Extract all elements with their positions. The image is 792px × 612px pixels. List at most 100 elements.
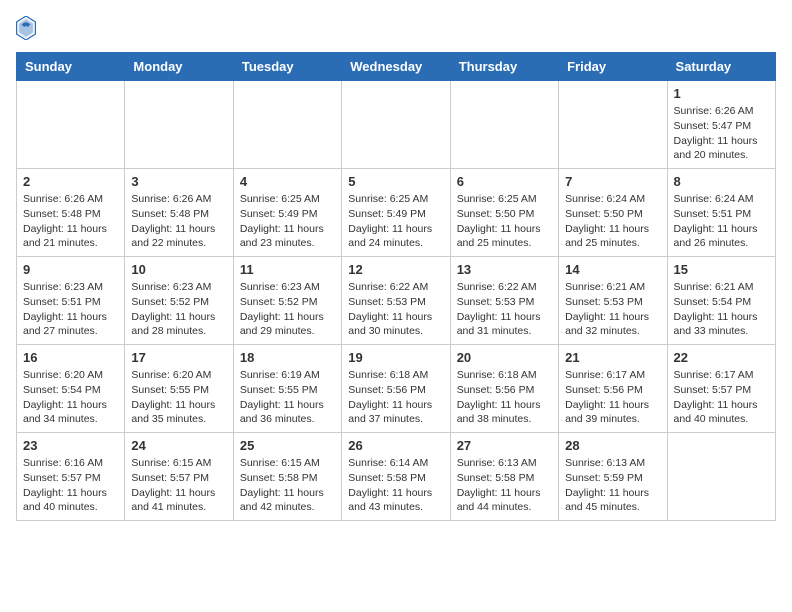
day-info: Sunrise: 6:24 AM Sunset: 5:50 PM Dayligh… <box>565 192 660 251</box>
day-header-friday: Friday <box>559 53 667 81</box>
day-number: 12 <box>348 262 443 277</box>
calendar-week-1: 1 Sunrise: 6:26 AM Sunset: 5:47 PM Daylig… <box>17 81 776 169</box>
day-number: 4 <box>240 174 335 189</box>
day-info: Sunrise: 6:20 AM Sunset: 5:55 PM Dayligh… <box>131 368 226 427</box>
day-number: 17 <box>131 350 226 365</box>
calendar-week-4: 16 Sunrise: 6:20 AM Sunset: 5:54 PM Dayli… <box>17 345 776 433</box>
day-info: Sunrise: 6:20 AM Sunset: 5:54 PM Dayligh… <box>23 368 118 427</box>
calendar-cell: 2 Sunrise: 6:26 AM Sunset: 5:48 PM Daylig… <box>17 169 125 257</box>
day-info: Sunrise: 6:26 AM Sunset: 5:48 PM Dayligh… <box>23 192 118 251</box>
day-info: Sunrise: 6:19 AM Sunset: 5:55 PM Dayligh… <box>240 368 335 427</box>
page-header <box>16 16 776 40</box>
day-info: Sunrise: 6:23 AM Sunset: 5:51 PM Dayligh… <box>23 280 118 339</box>
calendar-cell <box>559 81 667 169</box>
day-number: 28 <box>565 438 660 453</box>
calendar-cell: 11 Sunrise: 6:23 AM Sunset: 5:52 PM Dayli… <box>233 257 341 345</box>
calendar-header-row: SundayMondayTuesdayWednesdayThursdayFrid… <box>17 53 776 81</box>
day-header-monday: Monday <box>125 53 233 81</box>
day-number: 1 <box>674 86 769 101</box>
day-info: Sunrise: 6:26 AM Sunset: 5:48 PM Dayligh… <box>131 192 226 251</box>
calendar-week-2: 2 Sunrise: 6:26 AM Sunset: 5:48 PM Daylig… <box>17 169 776 257</box>
day-number: 26 <box>348 438 443 453</box>
day-info: Sunrise: 6:15 AM Sunset: 5:57 PM Dayligh… <box>131 456 226 515</box>
day-header-tuesday: Tuesday <box>233 53 341 81</box>
day-number: 16 <box>23 350 118 365</box>
calendar-cell: 28 Sunrise: 6:13 AM Sunset: 5:59 PM Dayli… <box>559 433 667 521</box>
day-info: Sunrise: 6:17 AM Sunset: 5:56 PM Dayligh… <box>565 368 660 427</box>
calendar-table: SundayMondayTuesdayWednesdayThursdayFrid… <box>16 52 776 521</box>
day-header-wednesday: Wednesday <box>342 53 450 81</box>
calendar-cell: 26 Sunrise: 6:14 AM Sunset: 5:58 PM Dayli… <box>342 433 450 521</box>
calendar-cell <box>125 81 233 169</box>
calendar-cell: 1 Sunrise: 6:26 AM Sunset: 5:47 PM Daylig… <box>667 81 775 169</box>
day-number: 6 <box>457 174 552 189</box>
logo <box>16 16 40 40</box>
calendar-cell: 23 Sunrise: 6:16 AM Sunset: 5:57 PM Dayli… <box>17 433 125 521</box>
day-header-saturday: Saturday <box>667 53 775 81</box>
logo-icon <box>16 16 36 40</box>
day-number: 13 <box>457 262 552 277</box>
day-info: Sunrise: 6:23 AM Sunset: 5:52 PM Dayligh… <box>240 280 335 339</box>
calendar-cell: 22 Sunrise: 6:17 AM Sunset: 5:57 PM Dayli… <box>667 345 775 433</box>
calendar-cell: 12 Sunrise: 6:22 AM Sunset: 5:53 PM Dayli… <box>342 257 450 345</box>
calendar-cell: 4 Sunrise: 6:25 AM Sunset: 5:49 PM Daylig… <box>233 169 341 257</box>
calendar-cell: 25 Sunrise: 6:15 AM Sunset: 5:58 PM Dayli… <box>233 433 341 521</box>
calendar-cell: 8 Sunrise: 6:24 AM Sunset: 5:51 PM Daylig… <box>667 169 775 257</box>
day-number: 15 <box>674 262 769 277</box>
calendar-cell <box>667 433 775 521</box>
day-info: Sunrise: 6:13 AM Sunset: 5:58 PM Dayligh… <box>457 456 552 515</box>
day-info: Sunrise: 6:18 AM Sunset: 5:56 PM Dayligh… <box>348 368 443 427</box>
day-number: 9 <box>23 262 118 277</box>
day-info: Sunrise: 6:25 AM Sunset: 5:49 PM Dayligh… <box>240 192 335 251</box>
day-info: Sunrise: 6:15 AM Sunset: 5:58 PM Dayligh… <box>240 456 335 515</box>
day-header-thursday: Thursday <box>450 53 558 81</box>
day-number: 10 <box>131 262 226 277</box>
day-info: Sunrise: 6:24 AM Sunset: 5:51 PM Dayligh… <box>674 192 769 251</box>
day-info: Sunrise: 6:13 AM Sunset: 5:59 PM Dayligh… <box>565 456 660 515</box>
day-number: 24 <box>131 438 226 453</box>
calendar-week-3: 9 Sunrise: 6:23 AM Sunset: 5:51 PM Daylig… <box>17 257 776 345</box>
day-info: Sunrise: 6:17 AM Sunset: 5:57 PM Dayligh… <box>674 368 769 427</box>
calendar-cell: 20 Sunrise: 6:18 AM Sunset: 5:56 PM Dayli… <box>450 345 558 433</box>
day-number: 27 <box>457 438 552 453</box>
calendar-cell: 19 Sunrise: 6:18 AM Sunset: 5:56 PM Dayli… <box>342 345 450 433</box>
day-info: Sunrise: 6:18 AM Sunset: 5:56 PM Dayligh… <box>457 368 552 427</box>
calendar-cell: 6 Sunrise: 6:25 AM Sunset: 5:50 PM Daylig… <box>450 169 558 257</box>
calendar-cell: 10 Sunrise: 6:23 AM Sunset: 5:52 PM Dayli… <box>125 257 233 345</box>
day-number: 23 <box>23 438 118 453</box>
calendar-cell: 18 Sunrise: 6:19 AM Sunset: 5:55 PM Dayli… <box>233 345 341 433</box>
calendar-cell <box>450 81 558 169</box>
day-number: 25 <box>240 438 335 453</box>
calendar-cell: 27 Sunrise: 6:13 AM Sunset: 5:58 PM Dayli… <box>450 433 558 521</box>
day-header-sunday: Sunday <box>17 53 125 81</box>
calendar-cell: 3 Sunrise: 6:26 AM Sunset: 5:48 PM Daylig… <box>125 169 233 257</box>
day-number: 7 <box>565 174 660 189</box>
day-number: 5 <box>348 174 443 189</box>
day-number: 8 <box>674 174 769 189</box>
calendar-cell: 13 Sunrise: 6:22 AM Sunset: 5:53 PM Dayli… <box>450 257 558 345</box>
day-info: Sunrise: 6:14 AM Sunset: 5:58 PM Dayligh… <box>348 456 443 515</box>
day-info: Sunrise: 6:23 AM Sunset: 5:52 PM Dayligh… <box>131 280 226 339</box>
day-info: Sunrise: 6:21 AM Sunset: 5:54 PM Dayligh… <box>674 280 769 339</box>
day-number: 14 <box>565 262 660 277</box>
calendar-cell: 16 Sunrise: 6:20 AM Sunset: 5:54 PM Dayli… <box>17 345 125 433</box>
day-number: 20 <box>457 350 552 365</box>
calendar-cell <box>17 81 125 169</box>
calendar-cell: 9 Sunrise: 6:23 AM Sunset: 5:51 PM Daylig… <box>17 257 125 345</box>
day-info: Sunrise: 6:21 AM Sunset: 5:53 PM Dayligh… <box>565 280 660 339</box>
day-info: Sunrise: 6:16 AM Sunset: 5:57 PM Dayligh… <box>23 456 118 515</box>
day-number: 3 <box>131 174 226 189</box>
day-number: 22 <box>674 350 769 365</box>
day-number: 2 <box>23 174 118 189</box>
calendar-week-5: 23 Sunrise: 6:16 AM Sunset: 5:57 PM Dayli… <box>17 433 776 521</box>
day-number: 21 <box>565 350 660 365</box>
day-info: Sunrise: 6:22 AM Sunset: 5:53 PM Dayligh… <box>457 280 552 339</box>
day-number: 18 <box>240 350 335 365</box>
day-info: Sunrise: 6:25 AM Sunset: 5:50 PM Dayligh… <box>457 192 552 251</box>
day-info: Sunrise: 6:26 AM Sunset: 5:47 PM Dayligh… <box>674 104 769 163</box>
day-number: 19 <box>348 350 443 365</box>
day-info: Sunrise: 6:22 AM Sunset: 5:53 PM Dayligh… <box>348 280 443 339</box>
day-number: 11 <box>240 262 335 277</box>
calendar-cell: 21 Sunrise: 6:17 AM Sunset: 5:56 PM Dayli… <box>559 345 667 433</box>
calendar-cell: 17 Sunrise: 6:20 AM Sunset: 5:55 PM Dayli… <box>125 345 233 433</box>
